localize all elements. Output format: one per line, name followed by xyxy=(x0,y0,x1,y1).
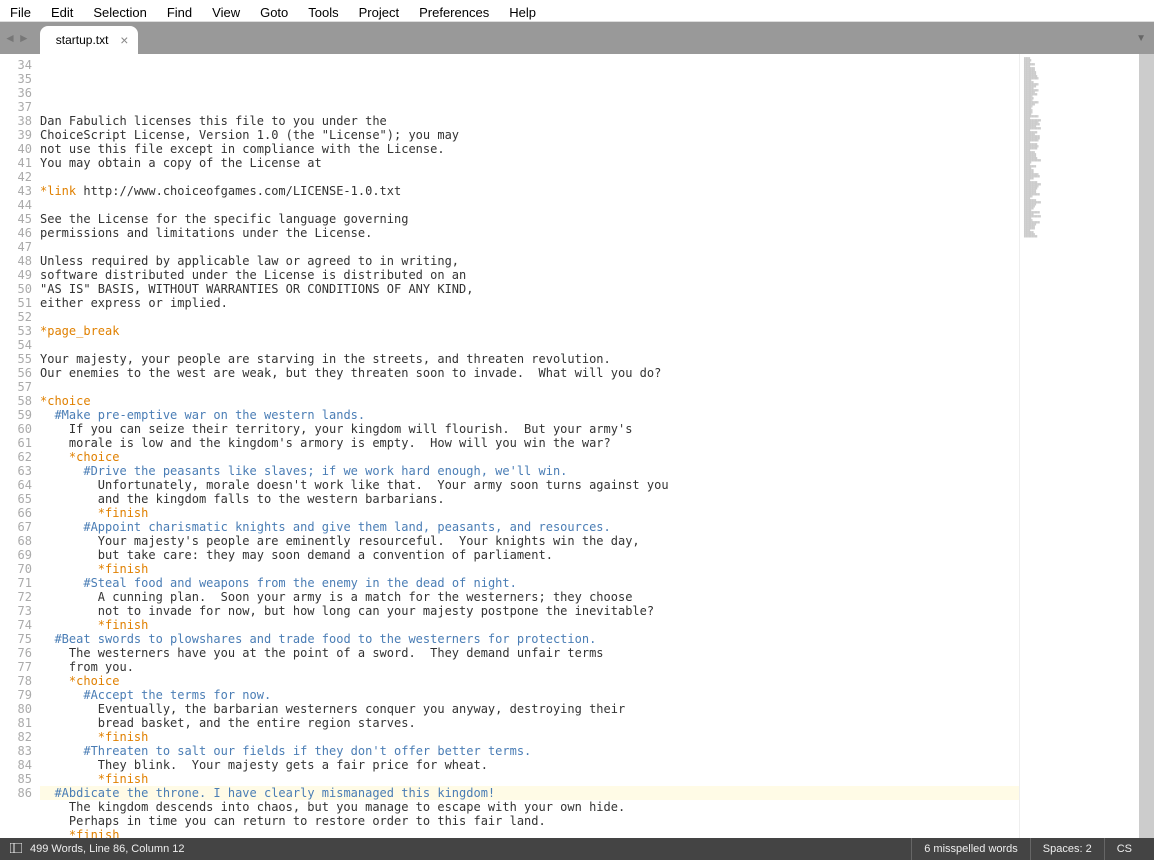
code-line: *finish xyxy=(40,730,1019,744)
status-position[interactable]: 499 Words, Line 86, Column 12 xyxy=(30,843,185,855)
code-line: not use this file except in compliance w… xyxy=(40,142,1019,156)
code-line: They blink. Your majesty gets a fair pri… xyxy=(40,758,1019,772)
code-line: Unfortunately, morale doesn't work like … xyxy=(40,478,1019,492)
code-line: #Accept the terms for now. xyxy=(40,688,1019,702)
editor: 34 35 36 37 38 39 40 41 42 43 44 45 46 4… xyxy=(0,54,1154,838)
code-line: *choice xyxy=(40,394,1019,408)
nav-back-icon[interactable]: ◄ xyxy=(4,31,16,45)
tab-title: startup.txt xyxy=(56,33,109,47)
tab-startup[interactable]: startup.txt × xyxy=(40,26,139,54)
code-line: bread basket, and the entire region star… xyxy=(40,716,1019,730)
tab-dropdown-icon[interactable]: ▼ xyxy=(1136,33,1146,44)
code-line: *page_break xyxy=(40,324,1019,338)
nav-history: ◄ ► xyxy=(0,31,34,45)
menubar: FileEditSelectionFindViewGotoToolsProjec… xyxy=(0,0,1154,22)
code-line: The westerners have you at the point of … xyxy=(40,646,1019,660)
code-line: ChoiceScript License, Version 1.0 (the "… xyxy=(40,128,1019,142)
code-line xyxy=(40,170,1019,184)
code-line: Your majesty, your people are starving i… xyxy=(40,352,1019,366)
status-misspelled[interactable]: 6 misspelled words xyxy=(911,838,1030,860)
code-line: *link http://www.choiceofgames.com/LICEN… xyxy=(40,184,1019,198)
code-line: *choice xyxy=(40,450,1019,464)
code-line: *finish xyxy=(40,562,1019,576)
line-numbers: 34 35 36 37 38 39 40 41 42 43 44 45 46 4… xyxy=(0,54,40,838)
menu-goto[interactable]: Goto xyxy=(250,3,298,18)
panel-icon[interactable] xyxy=(10,843,22,856)
status-syntax[interactable]: CS xyxy=(1104,838,1144,860)
code-line: *finish xyxy=(40,828,1019,838)
code-line: from you. xyxy=(40,660,1019,674)
menu-project[interactable]: Project xyxy=(349,3,409,18)
code-line: *finish xyxy=(40,618,1019,632)
code-line: either express or implied. xyxy=(40,296,1019,310)
code-line: Eventually, the barbarian westerners con… xyxy=(40,702,1019,716)
code-line: but take care: they may soon demand a co… xyxy=(40,548,1019,562)
code-line: A cunning plan. Soon your army is a matc… xyxy=(40,590,1019,604)
minimap[interactable]: █████ ██████ █████ █████████ █████ █████… xyxy=(1019,54,1139,838)
close-icon[interactable]: × xyxy=(120,32,128,48)
code-line: See the License for the specific languag… xyxy=(40,212,1019,226)
status-indent[interactable]: Spaces: 2 xyxy=(1030,838,1104,860)
code-line: #Threaten to salt our fields if they don… xyxy=(40,744,1019,758)
menu-preferences[interactable]: Preferences xyxy=(409,3,499,18)
code-line xyxy=(40,240,1019,254)
status-bar: 499 Words, Line 86, Column 12 6 misspell… xyxy=(0,838,1154,860)
code-line: #Appoint charismatic knights and give th… xyxy=(40,520,1019,534)
code-line: *choice xyxy=(40,674,1019,688)
code-line xyxy=(40,310,1019,324)
code-line: Your majesty's people are eminently reso… xyxy=(40,534,1019,548)
code-line: Unless required by applicable law or agr… xyxy=(40,254,1019,268)
code-line: #Steal food and weapons from the enemy i… xyxy=(40,576,1019,590)
menu-selection[interactable]: Selection xyxy=(83,3,156,18)
code-line: morale is low and the kingdom's armory i… xyxy=(40,436,1019,450)
code-line xyxy=(40,100,1019,114)
scrollbar-thumb[interactable] xyxy=(1139,54,1154,838)
menu-edit[interactable]: Edit xyxy=(41,3,83,18)
code-line: Our enemies to the west are weak, but th… xyxy=(40,366,1019,380)
code-line: *finish xyxy=(40,506,1019,520)
code-line xyxy=(40,198,1019,212)
code-line: If you can seize their territory, your k… xyxy=(40,422,1019,436)
scrollbar-vertical[interactable] xyxy=(1139,54,1154,838)
menu-find[interactable]: Find xyxy=(157,3,202,18)
menu-help[interactable]: Help xyxy=(499,3,546,18)
code-line: and the kingdom falls to the western bar… xyxy=(40,492,1019,506)
code-line: software distributed under the License i… xyxy=(40,268,1019,282)
code-line: permissions and limitations under the Li… xyxy=(40,226,1019,240)
tab-bar: ◄ ► startup.txt × ▼ xyxy=(0,22,1154,54)
code-line: The kingdom descends into chaos, but you… xyxy=(40,800,1019,814)
menu-tools[interactable]: Tools xyxy=(298,3,348,18)
code-line: *finish xyxy=(40,772,1019,786)
code-line: You may obtain a copy of the License at xyxy=(40,156,1019,170)
code-line xyxy=(40,380,1019,394)
code-line xyxy=(40,338,1019,352)
menu-view[interactable]: View xyxy=(202,3,250,18)
nav-forward-icon[interactable]: ► xyxy=(18,31,30,45)
code-line: #Abdicate the throne. I have clearly mis… xyxy=(40,786,1019,800)
code-line: #Make pre-emptive war on the western lan… xyxy=(40,408,1019,422)
code-area[interactable]: Dan Fabulich licenses this file to you u… xyxy=(40,54,1019,838)
code-line: "AS IS" BASIS, WITHOUT WARRANTIES OR CON… xyxy=(40,282,1019,296)
code-line: #Drive the peasants like slaves; if we w… xyxy=(40,464,1019,478)
code-line: not to invade for now, but how long can … xyxy=(40,604,1019,618)
code-line: #Beat swords to plowshares and trade foo… xyxy=(40,632,1019,646)
code-line: Perhaps in time you can return to restor… xyxy=(40,814,1019,828)
menu-file[interactable]: File xyxy=(4,3,41,18)
code-line: Dan Fabulich licenses this file to you u… xyxy=(40,114,1019,128)
